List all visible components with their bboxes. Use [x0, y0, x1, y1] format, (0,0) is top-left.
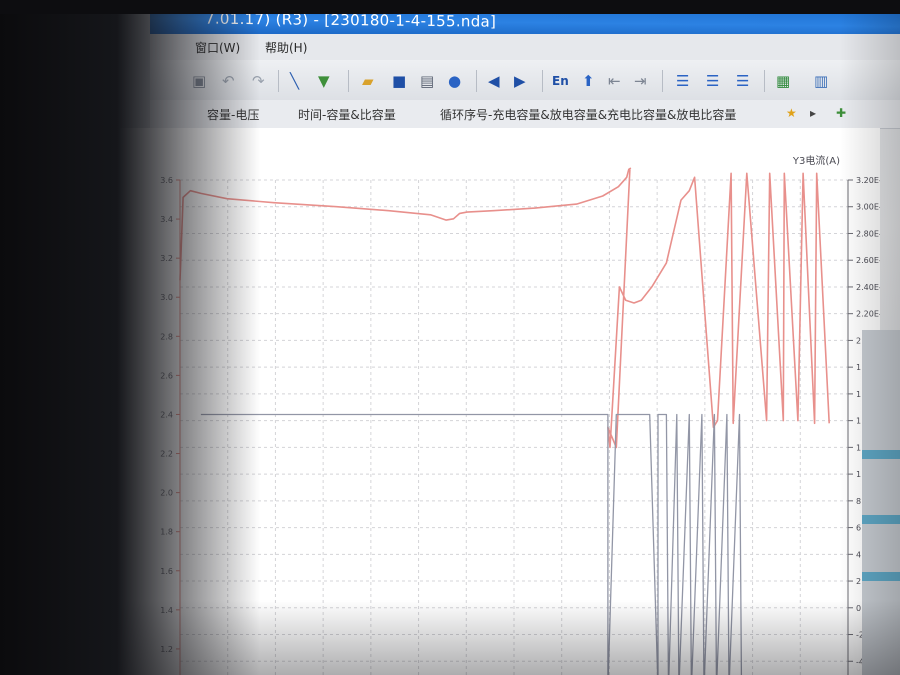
toolbar-separator [348, 70, 349, 92]
right-axis-tick-label: 2.80E-4 [856, 229, 880, 238]
plot-panel: 3.63.43.23.02.82.62.42.22.01.81.61.41.21… [120, 128, 880, 675]
left-axis-tick-label: 2.2 [160, 450, 173, 459]
chart-tab-strip: 容量-电压 时间-容量&比容量 循环序号-充电容量&放电容量&充电比容量&放电比… [150, 100, 900, 129]
menu-window[interactable]: 窗口(W) [195, 39, 240, 56]
voltage-series-line [200, 413, 743, 675]
right-axis-tick-label: 2.40E-4 [856, 283, 880, 292]
undo-icon[interactable]: ↶ [222, 73, 235, 89]
left-axis-tick-label: 1.4 [160, 606, 173, 615]
right-axis-tick-label: 0 [856, 604, 861, 613]
arrow-left-icon[interactable]: ◀ [488, 73, 500, 89]
menu-help[interactable]: 帮助(H) [265, 39, 307, 56]
add-favorite-icon[interactable]: ✚ [836, 106, 846, 120]
window-title: 7.01.17) (R3) - [230180-1-4-155.nda] [205, 9, 497, 31]
table-view-icon[interactable]: ☰ [706, 73, 719, 89]
right-axis-tick-label: 2.60E-4 [856, 256, 880, 265]
print-icon[interactable]: ▤ [420, 73, 434, 89]
left-axis-tick-label: 3.2 [160, 254, 173, 263]
left-axis-tick-label: 2.6 [160, 371, 173, 380]
language-button[interactable]: En [552, 73, 569, 89]
copy-icon[interactable]: ▣ [192, 73, 206, 89]
arrow-right-icon[interactable]: ▶ [514, 73, 526, 89]
open-folder-icon[interactable]: ▰ [362, 73, 374, 89]
side-panel [862, 330, 900, 675]
report-icon[interactable]: ▥ [814, 73, 828, 89]
align-left-icon[interactable]: ⇤ [608, 73, 621, 89]
left-axis-tick-label: 3.4 [160, 215, 173, 224]
pin-icon[interactable]: ⬆ [582, 73, 595, 89]
right-axis-tick-label: 3.20E-4 [856, 176, 880, 185]
left-axis-tick-label: 2.0 [160, 489, 173, 498]
toolbar-separator [278, 70, 279, 92]
side-panel-band [862, 515, 900, 524]
toolbar: ▣ ↶ ↷ ╲ ▼ ▰ ■ ▤ ● ◀ ▶ En ⬆ ⇤ ⇥ ☰ ☰ ☰ ▦ ▥ [150, 60, 900, 101]
toolbar-separator [764, 70, 765, 92]
info-icon[interactable]: ● [448, 73, 461, 89]
left-axis-tick-label: 2.4 [160, 410, 173, 419]
current-series-line [179, 167, 632, 281]
side-panel-band [862, 450, 900, 459]
list-view-icon[interactable]: ☰ [676, 73, 689, 89]
left-axis-tick-label: 1.8 [160, 528, 173, 537]
chart[interactable]: 3.63.43.23.02.82.62.42.22.01.81.61.41.21… [120, 128, 880, 675]
line-tool-icon[interactable]: ╲ [290, 73, 299, 89]
left-axis-tick-label: 2.8 [160, 332, 173, 341]
app-screen: 7.01.17) (R3) - [230180-1-4-155.nda] 窗口(… [0, 0, 900, 675]
excel-export-icon[interactable]: ▦ [776, 73, 790, 89]
tab-time-capacity[interactable]: 时间-容量&比容量 [298, 106, 396, 123]
toolbar-separator [662, 70, 663, 92]
chevron-right-icon[interactable]: ▸ [810, 106, 816, 120]
left-axis-tick-label: 3.6 [160, 176, 173, 185]
redo-icon[interactable]: ↷ [252, 73, 265, 89]
right-axis-tick-label: 3.00E-4 [856, 203, 880, 212]
toolbar-separator [542, 70, 543, 92]
toolbar-separator [476, 70, 477, 92]
left-axis-tick-label: 1.2 [160, 645, 173, 654]
save-icon[interactable]: ■ [392, 73, 406, 89]
filter-icon[interactable]: ▼ [318, 73, 330, 89]
left-axis-tick-label: 3.0 [160, 293, 173, 302]
current-series-line [607, 169, 830, 449]
left-axis-tick-label: 1.6 [160, 567, 173, 576]
right-axis-label: Y3电流(A) [792, 154, 840, 167]
right-axis-tick-label: 2.20E-4 [856, 310, 880, 319]
grid-view-icon[interactable]: ☰ [736, 73, 749, 89]
side-panel-band [862, 572, 900, 581]
tab-cycle-capacity[interactable]: 循环序号-充电容量&放电容量&充电比容量&放电比容量 [440, 106, 736, 123]
tab-capacity-voltage[interactable]: 容量-电压 [207, 106, 259, 123]
align-right-icon[interactable]: ⇥ [634, 73, 647, 89]
star-icon[interactable]: ★ [786, 106, 797, 120]
menu-bar: 窗口(W) 帮助(H) [150, 34, 900, 61]
